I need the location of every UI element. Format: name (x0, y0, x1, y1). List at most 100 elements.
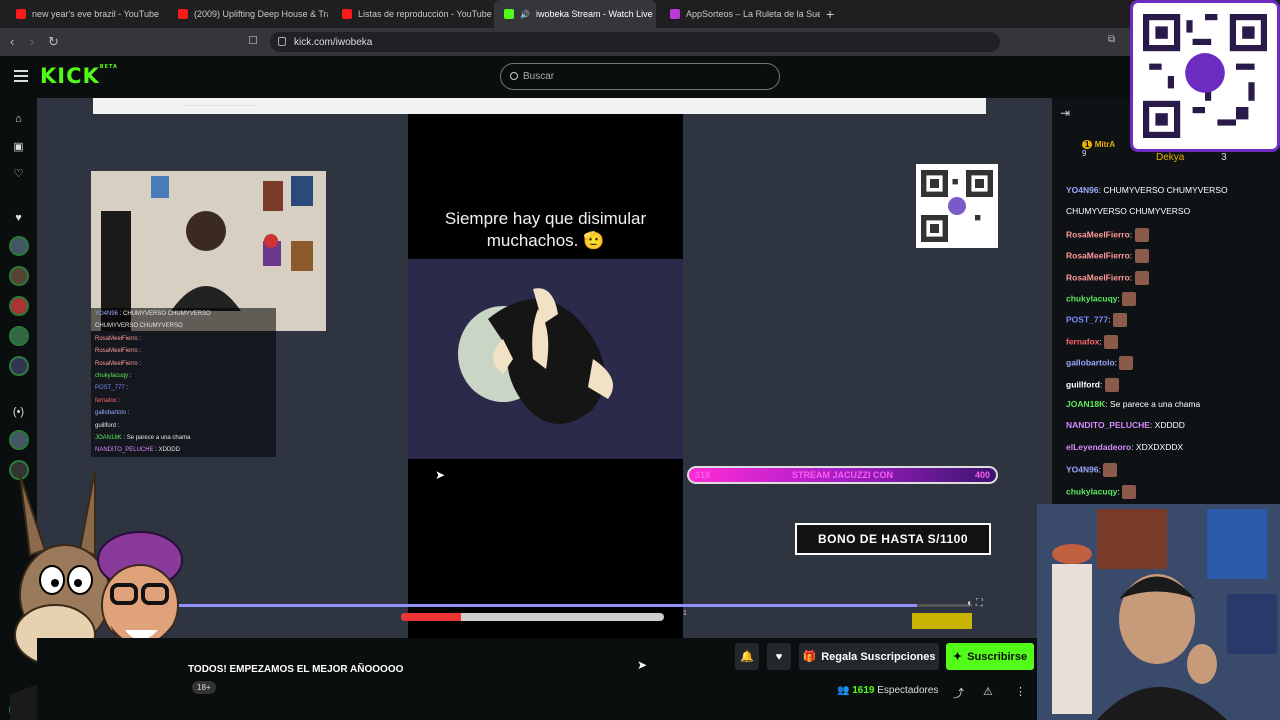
top-gifter: 1 MitrA 9 (1082, 140, 1116, 158)
chat-username[interactable]: YO4N96 (1066, 185, 1099, 195)
tiktok-caption: Siempre hay que disimular muchachos. 🫡 (444, 209, 647, 250)
goal-right: 400 (974, 470, 990, 480)
tiktok-animation (408, 259, 683, 459)
overlay-chat-line: POST_777 : (91, 382, 276, 395)
browser-tab[interactable]: AppSorteos – La Ruleta de la Suerte (660, 0, 820, 28)
streamer-webcam-overlay (91, 171, 326, 331)
browser-tab[interactable]: new year's eve brazil - YouTube (6, 0, 166, 28)
chat-text: CHUMYVERSO CHUMYVERSO (1066, 206, 1191, 217)
chat-message: YO4N96: CHUMYVERSO CHUMYVERSO (1066, 185, 1228, 195)
chat-username[interactable]: elLeyendadeoro (1066, 442, 1131, 452)
site-info-icon[interactable] (278, 37, 286, 46)
chat-username[interactable]: JOAN18K (1066, 399, 1105, 409)
channel-avatar[interactable] (9, 266, 29, 286)
chat-text: Se parece a una chama (1109, 399, 1201, 409)
chat-username[interactable]: YO4N96 (1066, 464, 1099, 474)
notification-bell-button[interactable]: 🔔 (735, 643, 759, 670)
browser-tab[interactable]: Listas de reproducción - YouTube (332, 0, 492, 28)
collapse-chat-icon[interactable]: ⇥ (1060, 106, 1070, 120)
kick-icon (504, 9, 514, 19)
channel-avatar[interactable] (9, 236, 29, 256)
chat-username[interactable]: chukylacuqy (1066, 486, 1118, 496)
report-icon[interactable]: ⚠ (983, 685, 993, 698)
home-icon[interactable]: ⌂ (12, 113, 25, 126)
live-broadcast-icon[interactable]: (•) (12, 406, 25, 419)
tab-search-icon[interactable]: ⧉ (1108, 34, 1115, 45)
browser-tab-active[interactable]: 🔊 iwobeka Stream - Watch Live ✕ (494, 0, 656, 28)
overlay-chat-line: RosaMeelFierro : (91, 345, 276, 358)
subscribe-button[interactable]: ✦ Suscribirse (946, 643, 1034, 670)
search-input[interactable]: Buscar (500, 63, 780, 90)
channel-avatar[interactable] (9, 356, 29, 376)
tab-label: new year's eve brazil - YouTube (32, 9, 159, 19)
subscribe-label: Suscribirse (967, 650, 1028, 663)
channel-avatar[interactable] (9, 326, 29, 346)
heart-icon: ♥ (775, 650, 783, 663)
reload-icon[interactable]: ↻ (48, 34, 59, 50)
stream-title: TODOS! EMPEZAMOS EL MEJOR AÑOOOOO (188, 664, 404, 675)
appsorteos-icon (670, 9, 680, 19)
browse-icon[interactable]: ▣ (12, 141, 25, 154)
overlay-chat-line: JOAN18K : Se parece a una chama (91, 432, 276, 445)
site-header: KICKBETA Buscar (0, 56, 1130, 98)
new-tab-button[interactable]: + (826, 6, 834, 22)
emote-icon (1134, 270, 1149, 285)
chat-message: YO4N96: (1066, 463, 1118, 478)
webcam-chat-overlay: YO4N96 : CHUMYVERSO CHUMYVERSO CHUMYVERS… (91, 308, 276, 464)
hamburger-menu-icon[interactable] (14, 70, 28, 85)
animated-figure-illustration (458, 288, 613, 424)
forward-arrow-icon[interactable]: › (30, 34, 34, 49)
overlay-chat-line: YO4N96 : CHUMYVERSO CHUMYVERSO (91, 308, 276, 321)
overlay-chat-line: chukylacuqy : (91, 370, 276, 383)
gift-subs-label: Regala Suscripciones (821, 650, 936, 663)
chat-text: XDDDD (1154, 420, 1185, 431)
chat-username[interactable]: RosaMeelFierro (1066, 272, 1130, 282)
url-field[interactable]: kick.com/iwobeka (270, 32, 1000, 52)
youtube-icon (16, 9, 26, 19)
top-gifter: Dekya 3 (1156, 152, 1227, 163)
emote-icon (1103, 463, 1118, 478)
chat-username[interactable]: guillford (1066, 379, 1100, 389)
chat-username[interactable]: NANDITO_PELUCHE (1066, 420, 1150, 430)
chat-message: elLeyendadeoro: XDXDXDDX (1066, 442, 1183, 452)
age-badge: 18+ (192, 681, 216, 694)
chat-message: guillford: (1066, 377, 1119, 392)
webcam-scene (1037, 504, 1280, 720)
kick-logo[interactable]: KICKBETA (40, 64, 118, 88)
jacuzzi-goal-bar: 318 STREAM JACUZZI CON 400 (687, 466, 998, 484)
chat-message: CHUMYVERSO CHUMYVERSO (1066, 206, 1190, 216)
chat-message: RosaMeelFierro: (1066, 270, 1149, 285)
chat-message: chukylacuqy: (1066, 484, 1137, 499)
fullscreen-icon[interactable]: ⛶ (976, 598, 983, 609)
gift-subs-button[interactable]: 🎁 Regala Suscripciones (799, 643, 939, 670)
bookmark-icon[interactable]: ☐ (248, 34, 258, 47)
following-heart-icon[interactable]: ♡ (12, 168, 25, 181)
chat-username[interactable]: RosaMeelFierro (1066, 250, 1130, 260)
follow-heart-button[interactable]: ♥ (767, 643, 791, 670)
chat-username[interactable]: POST_777 (1066, 315, 1108, 325)
channel-avatar[interactable] (9, 430, 29, 450)
browser-tab[interactable]: (2009) Uplifting Deep House & Trance (168, 0, 328, 28)
tab-label: (2009) Uplifting Deep House & Trance (194, 9, 328, 19)
chat-username[interactable]: gallobartolo (1066, 357, 1115, 367)
mouse-cursor-icon: ➤ (637, 658, 648, 672)
back-arrow-icon[interactable]: ‹ (10, 34, 14, 49)
stream-info-bar: TODOS! EMPEZAMOS EL MEJOR AÑOOOOO 18+ 🔔 … (37, 638, 1037, 720)
chat-username[interactable]: chukylacuqy (1066, 293, 1118, 303)
logo-text: KICK (40, 64, 100, 88)
overlay-chat-line: fernafox : (91, 394, 276, 408)
video-controls: ◐ ⛶ (967, 598, 983, 609)
channel-avatar[interactable] (9, 296, 29, 316)
overlay-chat-line: RosaMeelFierro : (91, 332, 276, 346)
volume-icon[interactable]: ◐ (967, 598, 973, 609)
beta-badge: BETA (99, 64, 118, 70)
chat-username[interactable]: fernafox (1066, 336, 1100, 346)
share-icon[interactable]: ⤴ (953, 685, 964, 701)
address-bar-row: ‹ › ↻ ☐ kick.com/iwobeka ⧉ (0, 28, 1280, 56)
overlay-chat-line: guillford : (91, 419, 276, 433)
yellow-overlay-block (912, 613, 972, 629)
chat-message: chukylacuqy: (1066, 292, 1137, 306)
chat-username[interactable]: RosaMeelFierro (1066, 229, 1130, 239)
more-icon[interactable]: ⋮ (1015, 685, 1026, 698)
chat-message: JOAN18K: Se parece a una chama (1066, 399, 1200, 409)
